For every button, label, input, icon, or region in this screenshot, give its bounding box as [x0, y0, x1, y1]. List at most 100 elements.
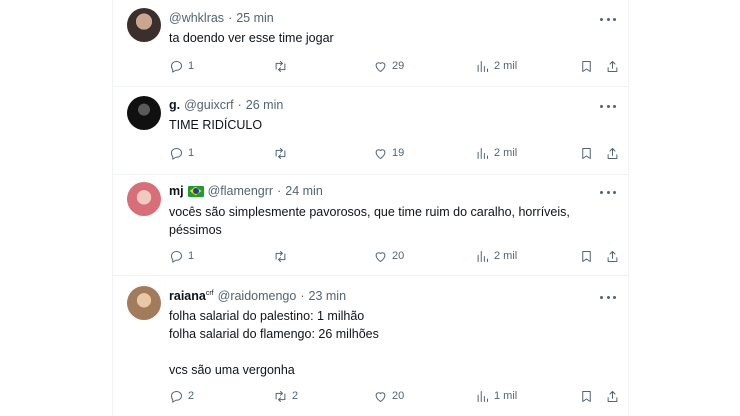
reply-count: 1	[188, 250, 195, 262]
tweet-actions: 1 20 2 mil	[169, 247, 618, 265]
views-icon	[477, 390, 488, 402]
like-icon	[375, 391, 386, 402]
tweet-text: vocês são simplesmente pavorosos, que ti…	[169, 205, 570, 237]
reply-count: 1	[188, 60, 195, 72]
tweet[interactable]: @whklras · 25 min ta doendo ver esse tim…	[113, 0, 628, 87]
reply-icon	[171, 250, 182, 263]
views-count: 2 mil	[494, 250, 518, 262]
user-handle[interactable]: @whklras	[169, 11, 224, 25]
like-icon	[375, 251, 386, 262]
timeline-feed: @whklras · 25 min ta doendo ver esse tim…	[112, 0, 629, 416]
share-icon	[607, 250, 618, 262]
retweet-icon	[275, 250, 286, 262]
display-name[interactable]: mj	[169, 184, 184, 198]
like-icon	[375, 148, 386, 159]
bookmark-icon	[582, 390, 591, 402]
share-icon	[607, 390, 618, 402]
tweet-header: g. @guixcrf · 26 min	[169, 98, 283, 112]
reply-icon	[171, 147, 182, 160]
like-count: 20	[392, 390, 405, 402]
like-count: 20	[392, 250, 405, 262]
bookmark-button[interactable]	[579, 387, 594, 405]
retweet-button[interactable]: 2	[273, 387, 298, 405]
bookmark-button[interactable]	[579, 57, 594, 75]
retweet-count: 2	[292, 390, 299, 402]
tweet-text: folha salarial do palestino: 1 milhão fo…	[169, 309, 379, 377]
like-button[interactable]: 19	[373, 144, 404, 162]
retweet-button[interactable]	[273, 247, 292, 265]
views-button[interactable]: 2 mil	[475, 247, 517, 265]
separator-dot: ·	[277, 184, 282, 198]
views-count: 2 mil	[494, 60, 518, 72]
more-icon[interactable]	[600, 103, 616, 109]
reply-count: 1	[188, 147, 195, 159]
reply-button[interactable]: 1	[169, 247, 194, 265]
retweet-icon	[275, 60, 286, 72]
brazil-flag-icon	[187, 185, 204, 197]
retweet-button[interactable]	[273, 57, 292, 75]
tweet[interactable]: mj @flamengrr · 24 min vocês são simples…	[113, 175, 628, 276]
tweet[interactable]: raianacrf @raidomengo · 23 min folha sal…	[113, 276, 628, 416]
avatar[interactable]	[127, 96, 161, 130]
like-button[interactable]: 20	[373, 247, 404, 265]
bookmark-icon	[582, 60, 591, 72]
views-button[interactable]: 2 mil	[475, 144, 517, 162]
user-handle[interactable]: @raidomengo	[218, 289, 297, 303]
views-icon	[477, 250, 488, 262]
timestamp[interactable]: 23 min	[309, 289, 347, 303]
like-icon	[375, 61, 386, 72]
more-icon[interactable]	[600, 294, 616, 300]
separator-dot: ·	[228, 11, 233, 25]
timestamp[interactable]: 26 min	[246, 98, 284, 112]
avatar[interactable]	[127, 182, 161, 216]
retweet-icon	[275, 147, 286, 159]
share-button[interactable]	[605, 387, 620, 405]
bookmark-button[interactable]	[579, 247, 594, 265]
bookmark-button[interactable]	[579, 144, 594, 162]
user-handle[interactable]: @flamengrr	[208, 184, 274, 198]
like-count: 19	[392, 147, 405, 159]
reply-button[interactable]: 1	[169, 57, 194, 75]
reply-icon	[171, 390, 182, 403]
share-icon	[607, 147, 618, 159]
display-name[interactable]: g.	[169, 98, 180, 112]
display-name[interactable]: raianacrf	[169, 289, 214, 303]
retweet-icon	[275, 390, 286, 402]
display-name-sup: crf	[205, 289, 214, 297]
tweet-header: mj @flamengrr · 24 min	[169, 184, 323, 198]
reply-button[interactable]: 1	[169, 144, 194, 162]
separator-dot: ·	[237, 98, 242, 112]
retweet-button[interactable]	[273, 144, 292, 162]
share-button[interactable]	[605, 247, 620, 265]
like-count: 29	[392, 60, 405, 72]
user-handle[interactable]: @guixcrf	[184, 98, 234, 112]
timestamp[interactable]: 25 min	[236, 11, 274, 25]
views-icon	[477, 60, 488, 72]
views-count: 1 mil	[494, 390, 518, 402]
share-button[interactable]	[605, 57, 620, 75]
share-button[interactable]	[605, 144, 620, 162]
views-button[interactable]: 2 mil	[475, 57, 517, 75]
views-count: 2 mil	[494, 147, 518, 159]
views-icon	[477, 147, 488, 159]
share-icon	[607, 60, 618, 72]
tweet-header: raianacrf @raidomengo · 23 min	[169, 289, 346, 303]
tweet[interactable]: g. @guixcrf · 26 min TIME RIDÍCULO 1 19 …	[113, 87, 628, 175]
tweet-actions: 1 29 2 mil	[169, 57, 618, 75]
tweet-actions: 2 2 20 1 mil	[169, 387, 618, 405]
reply-icon	[171, 60, 182, 73]
more-icon[interactable]	[600, 16, 616, 22]
views-button[interactable]: 1 mil	[475, 387, 517, 405]
tweet-header: @whklras · 25 min	[169, 11, 274, 25]
avatar[interactable]	[127, 286, 161, 320]
more-icon[interactable]	[600, 189, 616, 195]
bookmark-icon	[582, 147, 591, 159]
avatar[interactable]	[127, 8, 161, 42]
reply-button[interactable]: 2	[169, 387, 194, 405]
timestamp[interactable]: 24 min	[285, 184, 323, 198]
tweet-text: TIME RIDÍCULO	[169, 118, 263, 132]
separator-dot: ·	[300, 289, 305, 303]
bookmark-icon	[582, 250, 591, 262]
like-button[interactable]: 20	[373, 387, 404, 405]
like-button[interactable]: 29	[373, 57, 404, 75]
